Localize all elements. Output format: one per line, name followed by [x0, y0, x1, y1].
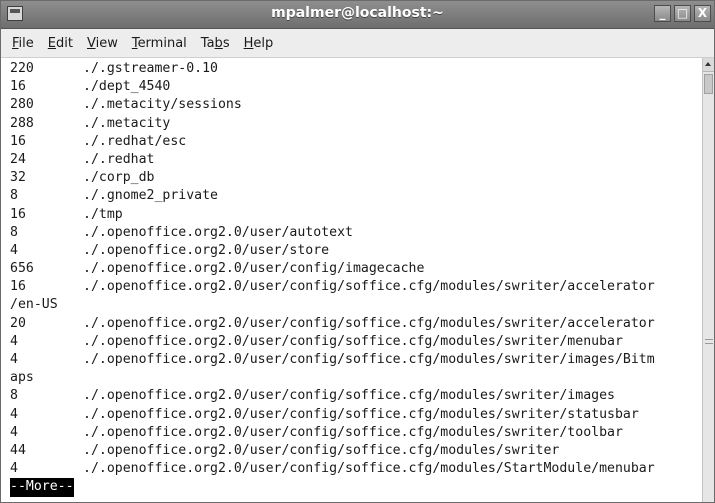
wrapped-text: /en-US	[10, 297, 58, 313]
path-value: ./.openoffice.org2.0/user/config/soffice…	[83, 352, 655, 367]
pager-line: --More--	[10, 478, 703, 497]
output-line: 16 ./.redhat/esc	[10, 133, 703, 151]
output-line: 288 ./.metacity	[10, 115, 703, 133]
maximize-button[interactable]: □	[674, 5, 691, 22]
size-value: 656	[10, 261, 34, 277]
path-value: ./.openoffice.org2.0/user/store	[83, 242, 330, 258]
path-value: ./.openoffice.org2.0/user/config/soffice…	[83, 461, 655, 477]
close-button[interactable]: X	[694, 5, 711, 22]
output-line: 16 ./tmp	[10, 206, 703, 224]
size-value: 44	[10, 442, 26, 458]
output-line: aps	[10, 369, 703, 387]
output-line: 656 ./.openoffice.org2.0/user/config/imag…	[10, 260, 703, 278]
size-value: 8	[10, 188, 18, 204]
path-value: ./.openoffice.org2.0/user/config/soffice…	[83, 406, 639, 422]
terminal-output[interactable]: 220 ./.gstreamer-0.10 16 ./dept_4540 280 ./.m…	[1, 58, 703, 502]
menu-terminal[interactable]: Terminal	[126, 36, 193, 51]
menu-bar: File Edit View Terminal Tabs Help	[1, 29, 714, 58]
size-value: 288	[10, 115, 34, 131]
more-prompt: --More--	[10, 478, 74, 497]
output-line: 16 ./dept_4540	[10, 78, 703, 96]
path-value: ./.gnome2_private	[83, 188, 218, 204]
output-line: 4 ./.openoffice.org2.0/user/config/soffic…	[10, 460, 703, 478]
output-line: 4 ./.openoffice.org2.0/user/config/soffic…	[10, 424, 703, 442]
size-value: 20	[10, 315, 26, 331]
output-line: 4 ./.openoffice.org2.0/user/config/soffic…	[10, 351, 703, 369]
size-value: 24	[10, 151, 26, 167]
window-controls: _ □ X	[654, 5, 711, 22]
size-value: 16	[10, 79, 26, 95]
path-value: ./.redhat	[83, 151, 155, 167]
path-value: ./.openoffice.org2.0/user/config/soffice…	[83, 388, 615, 404]
path-value: ./.openoffice.org2.0/user/config/soffice…	[83, 424, 623, 440]
output-line: 220 ./.gstreamer-0.10	[10, 60, 703, 78]
size-value: 280	[10, 97, 34, 113]
size-value: 32	[10, 170, 26, 186]
output-line: 8 ./.openoffice.org2.0/user/config/soffic…	[10, 387, 703, 405]
output-line: 20 ./.openoffice.org2.0/user/config/soffi…	[10, 315, 703, 333]
size-value: 8	[10, 388, 18, 404]
path-value: ./.openoffice.org2.0/user/config/soffice…	[83, 279, 655, 295]
size-value: 4	[10, 461, 18, 477]
path-value: ./.redhat/esc	[83, 133, 187, 149]
minimize-button[interactable]: _	[654, 5, 671, 22]
size-value: 4	[10, 424, 18, 440]
menu-help[interactable]: Help	[238, 36, 280, 51]
size-value: 220	[10, 61, 34, 76]
size-value: 4	[10, 352, 18, 367]
scroll-up-icon[interactable]	[703, 58, 714, 72]
path-value: ./.gstreamer-0.10	[83, 61, 218, 76]
output-line: 32 ./corp_db	[10, 169, 703, 187]
path-value: ./.openoffice.org2.0/user/config/soffice…	[83, 442, 560, 458]
output-line: 44 ./.openoffice.org2.0/user/config/soffi…	[10, 442, 703, 460]
output-line: 4 ./.openoffice.org2.0/user/store	[10, 242, 703, 260]
resize-grip-icon[interactable]	[705, 338, 713, 346]
terminal-window: mpalmer@localhost:~ _ □ X File Edit View Te…	[0, 0, 715, 503]
path-value: ./.openoffice.org2.0/user/autotext	[83, 224, 353, 240]
output-line: 8 ./.openoffice.org2.0/user/autotext	[10, 224, 703, 242]
menu-edit[interactable]: Edit	[42, 36, 79, 51]
size-value: 4	[10, 406, 18, 422]
size-value: 16	[10, 206, 26, 222]
scroll-thumb[interactable]	[704, 74, 713, 94]
vertical-scrollbar[interactable]	[702, 58, 714, 502]
wrapped-text: aps	[10, 370, 34, 386]
output-line: 4 ./.openoffice.org2.0/user/config/soffic…	[10, 333, 703, 351]
path-value: ./.metacity	[83, 115, 171, 131]
menu-file[interactable]: File	[6, 36, 40, 51]
window-title: mpalmer@localhost:~	[271, 5, 444, 21]
title-bar[interactable]: mpalmer@localhost:~ _ □ X	[1, 1, 714, 29]
size-value: 16	[10, 279, 26, 295]
output-line: 24 ./.redhat	[10, 151, 703, 169]
path-value: ./.openoffice.org2.0/user/config/soffice…	[83, 333, 623, 349]
menu-tabs[interactable]: Tabs	[195, 36, 236, 51]
path-value: ./dept_4540	[83, 79, 171, 95]
path-value: ./.metacity/sessions	[83, 97, 242, 113]
output-line: 8 ./.gnome2_private	[10, 187, 703, 205]
size-value: 8	[10, 224, 18, 240]
output-line: 16 ./.openoffice.org2.0/user/config/soffi…	[10, 278, 703, 296]
output-line: 4 ./.openoffice.org2.0/user/config/soffic…	[10, 406, 703, 424]
size-value: 4	[10, 333, 18, 349]
size-value: 16	[10, 133, 26, 149]
menu-view[interactable]: View	[81, 36, 124, 51]
path-value: ./.openoffice.org2.0/user/config/imageca…	[83, 261, 425, 277]
path-value: ./corp_db	[83, 170, 155, 186]
output-line: 280 ./.metacity/sessions	[10, 96, 703, 114]
path-value: ./tmp	[83, 206, 123, 222]
path-value: ./.openoffice.org2.0/user/config/soffice…	[83, 315, 655, 331]
output-line: /en-US	[10, 296, 703, 314]
size-value: 4	[10, 242, 18, 258]
